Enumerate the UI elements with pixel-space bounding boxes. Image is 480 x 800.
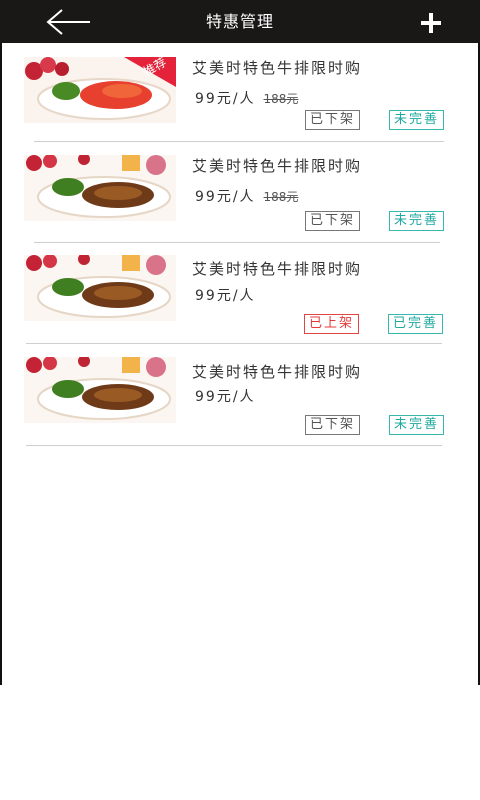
item-price: 99元/人 bbox=[195, 189, 256, 205]
list-item[interactable]: 艾美时特色牛排限时购 99元/人 188元 已下架 未完善 bbox=[2, 155, 480, 255]
back-button[interactable] bbox=[40, 6, 96, 38]
dish-image: 推荐 bbox=[24, 57, 176, 123]
add-button[interactable] bbox=[418, 10, 444, 36]
info-status-button[interactable]: 已完善 bbox=[388, 314, 444, 334]
price-row: 99元/人 bbox=[195, 285, 256, 305]
original-price: 188元 bbox=[263, 92, 299, 106]
list-item[interactable]: 艾美时特色牛排限时购 99元/人 已上架 已完善 bbox=[2, 255, 480, 355]
divider bbox=[26, 445, 442, 446]
dish-image bbox=[24, 255, 176, 321]
shelf-status-button[interactable]: 已上架 bbox=[304, 314, 360, 334]
plus-icon bbox=[421, 13, 441, 33]
back-arrow-icon bbox=[46, 9, 90, 35]
shelf-status-button[interactable]: 已下架 bbox=[305, 415, 361, 435]
item-name: 艾美时特色牛排限时购 bbox=[192, 59, 363, 77]
item-name: 艾美时特色牛排限时购 bbox=[192, 157, 363, 175]
divider bbox=[34, 141, 444, 142]
price-row: 99元/人 188元 bbox=[195, 88, 298, 108]
shelf-status-button[interactable]: 已下架 bbox=[305, 211, 361, 231]
dish-image bbox=[24, 155, 176, 221]
price-row: 99元/人 188元 bbox=[195, 186, 298, 206]
divider bbox=[26, 343, 442, 344]
info-status-button[interactable]: 未完善 bbox=[389, 211, 445, 231]
promotion-list: 推荐 艾美时特色牛排限时购 99元/人 188元 已下架 未完善 艾美时特色牛排… bbox=[0, 43, 480, 685]
item-price: 99元/人 bbox=[195, 91, 256, 107]
item-name: 艾美时特色牛排限时购 bbox=[192, 363, 363, 381]
divider bbox=[34, 242, 440, 243]
price-row: 99元/人 bbox=[195, 386, 256, 406]
item-name: 艾美时特色牛排限时购 bbox=[192, 260, 363, 278]
info-status-button[interactable]: 未完善 bbox=[389, 110, 445, 130]
shelf-status-button[interactable]: 已下架 bbox=[305, 110, 361, 130]
list-item[interactable]: 推荐 艾美时特色牛排限时购 99元/人 188元 已下架 未完善 bbox=[2, 55, 480, 155]
item-price: 99元/人 bbox=[195, 288, 256, 304]
bottom-blank-area bbox=[0, 685, 480, 800]
original-price: 188元 bbox=[263, 190, 299, 204]
app-header: 特惠管理 bbox=[0, 0, 480, 43]
info-status-button[interactable]: 未完善 bbox=[389, 415, 445, 435]
item-price: 99元/人 bbox=[195, 389, 256, 405]
dish-image bbox=[24, 357, 176, 423]
list-item[interactable]: 艾美时特色牛排限时购 99元/人 已下架 未完善 bbox=[2, 355, 480, 455]
